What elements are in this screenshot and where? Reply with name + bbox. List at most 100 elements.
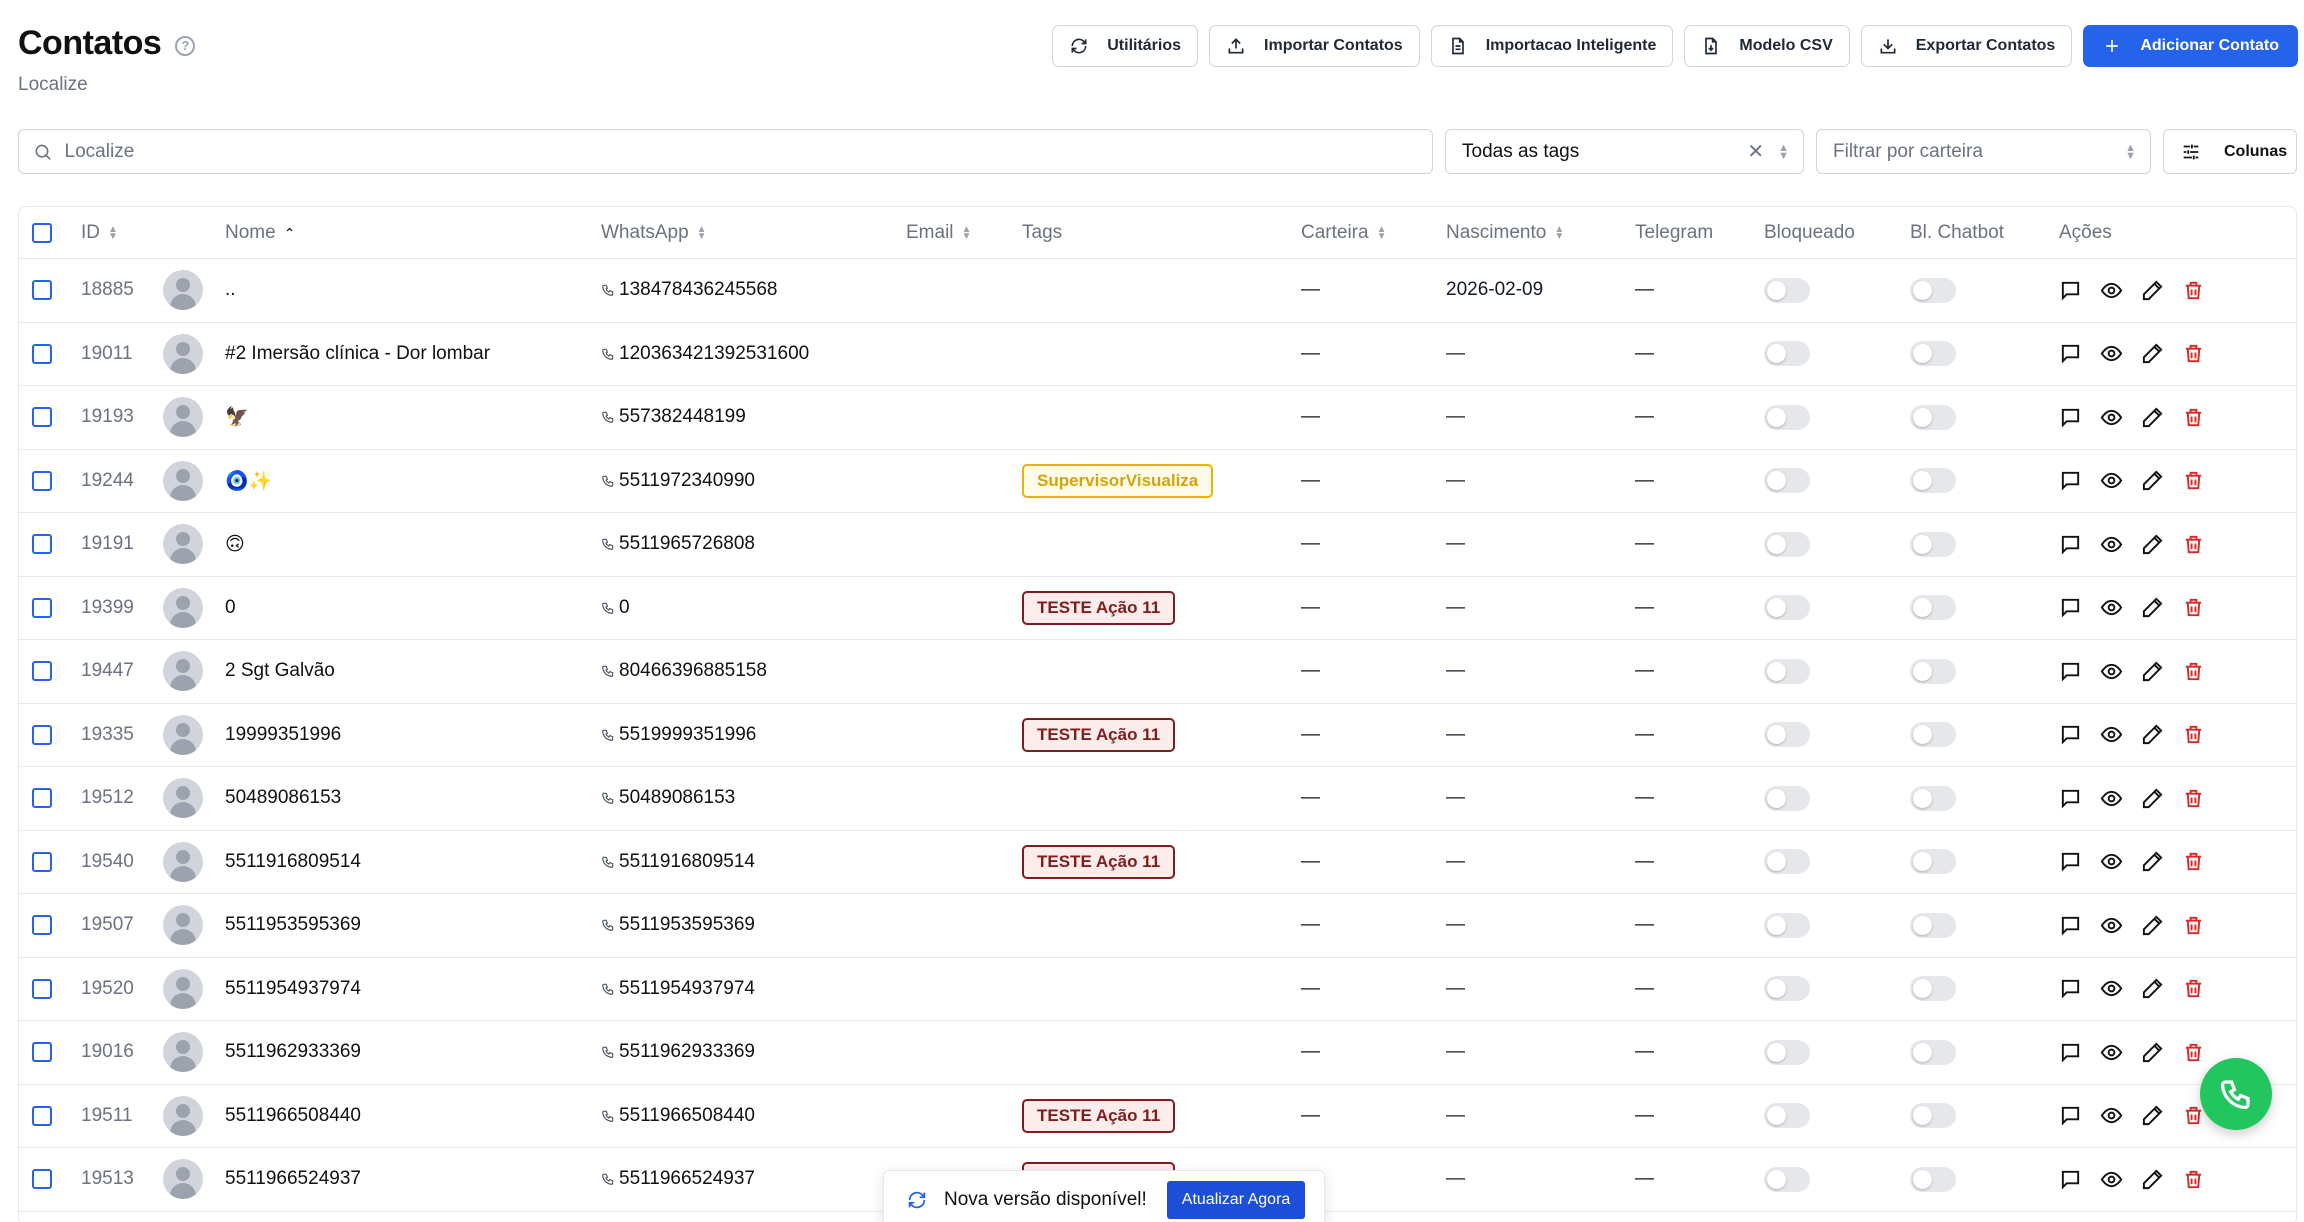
edit-icon-button[interactable] [2141,660,2164,683]
row-checkbox[interactable] [32,915,52,936]
chatbot-block-toggle[interactable] [1910,468,1956,494]
chatbot-block-toggle[interactable] [1910,722,1956,748]
row-checkbox[interactable] [32,280,52,301]
search-input[interactable] [64,140,1432,163]
chat-icon-button[interactable] [2059,850,2082,873]
chat-icon-button[interactable] [2059,279,2082,302]
delete-icon-button[interactable] [2182,850,2205,873]
chat-icon-button[interactable] [2059,1104,2082,1127]
blocked-toggle[interactable] [1764,912,1810,938]
view-icon-button[interactable] [2100,977,2123,1000]
blocked-toggle[interactable] [1764,595,1810,621]
row-checkbox[interactable] [32,851,52,872]
chatbot-block-toggle[interactable] [1910,1103,1956,1129]
chat-icon-button[interactable] [2059,914,2082,937]
view-icon-button[interactable] [2100,469,2123,492]
edit-icon-button[interactable] [2141,977,2164,1000]
chatbot-block-toggle[interactable] [1910,912,1956,938]
view-icon-button[interactable] [2100,787,2123,810]
chatbot-block-toggle[interactable] [1910,595,1956,621]
tag-badge[interactable]: SupervisorVisualiza [1022,463,1214,498]
add-contact-button[interactable]: Adicionar Contato [2083,25,2298,67]
export-contacts-button[interactable]: Exportar Contatos [1860,25,2073,67]
edit-icon-button[interactable] [2141,787,2164,810]
blocked-toggle[interactable] [1764,658,1810,684]
blocked-toggle[interactable] [1764,976,1810,1002]
chatbot-block-toggle[interactable] [1910,1039,1956,1065]
chat-icon-button[interactable] [2059,533,2082,556]
row-checkbox[interactable] [32,1105,52,1126]
delete-icon-button[interactable] [2182,914,2205,937]
chat-icon-button[interactable] [2059,977,2082,1000]
edit-icon-button[interactable] [2141,533,2164,556]
chatbot-block-toggle[interactable] [1910,531,1956,557]
row-checkbox[interactable] [32,534,52,555]
update-now-button[interactable]: Atualizar Agora [1166,1181,1306,1219]
chatbot-block-toggle[interactable] [1910,849,1956,875]
blocked-toggle[interactable] [1764,1039,1810,1065]
edit-icon-button[interactable] [2141,406,2164,429]
tag-badge[interactable]: TESTE Ação 11 [1022,590,1176,625]
view-icon-button[interactable] [2100,850,2123,873]
help-icon[interactable]: ? [175,35,196,56]
view-icon-button[interactable] [2100,596,2123,619]
row-checkbox[interactable] [32,724,52,745]
chatbot-block-toggle[interactable] [1910,976,1956,1002]
edit-icon-button[interactable] [2141,279,2164,302]
delete-icon-button[interactable] [2182,1168,2205,1191]
col-whatsapp[interactable]: WhatsApp ▲ ▼ [601,207,707,259]
chatbot-block-toggle[interactable] [1910,785,1956,811]
edit-icon-button[interactable] [2141,723,2164,746]
tags-select[interactable]: Todas as tags ✕ ▲ ▼ [1445,129,1804,174]
view-icon-button[interactable] [2100,406,2123,429]
row-checkbox[interactable] [32,597,52,618]
delete-icon-button[interactable] [2182,406,2205,429]
edit-icon-button[interactable] [2141,1168,2164,1191]
blocked-toggle[interactable] [1764,785,1810,811]
edit-icon-button[interactable] [2141,596,2164,619]
view-icon-button[interactable] [2100,279,2123,302]
blocked-toggle[interactable] [1764,531,1810,557]
smart-import-button[interactable]: Importacao Inteligente [1430,25,1674,67]
delete-icon-button[interactable] [2182,533,2205,556]
chat-icon-button[interactable] [2059,723,2082,746]
delete-icon-button[interactable] [2182,1041,2205,1064]
chatbot-block-toggle[interactable] [1910,658,1956,684]
delete-icon-button[interactable] [2182,660,2205,683]
wallet-select[interactable]: Filtrar por carteira ▲ ▼ [1816,129,2151,174]
view-icon-button[interactable] [2100,1041,2123,1064]
chatbot-block-toggle[interactable] [1910,277,1956,303]
blocked-toggle[interactable] [1764,849,1810,875]
view-icon-button[interactable] [2100,342,2123,365]
row-checkbox[interactable] [32,788,52,809]
csv-model-button[interactable]: Modelo CSV [1684,25,1850,67]
chatbot-block-toggle[interactable] [1910,341,1956,367]
edit-icon-button[interactable] [2141,342,2164,365]
blocked-toggle[interactable] [1764,404,1810,430]
delete-icon-button[interactable] [2182,469,2205,492]
row-checkbox[interactable] [32,343,52,364]
tag-badge[interactable]: TESTE Ação 11 [1022,844,1176,879]
col-email[interactable]: Email ▲ ▼ [906,207,971,259]
chat-icon-button[interactable] [2059,660,2082,683]
delete-icon-button[interactable] [2182,1104,2205,1127]
chat-icon-button[interactable] [2059,1041,2082,1064]
chat-icon-button[interactable] [2059,787,2082,810]
blocked-toggle[interactable] [1764,277,1810,303]
row-checkbox[interactable] [32,470,52,491]
edit-icon-button[interactable] [2141,1104,2164,1127]
tag-badge[interactable]: TESTE Ação 11 [1022,717,1176,752]
delete-icon-button[interactable] [2182,787,2205,810]
edit-icon-button[interactable] [2141,914,2164,937]
delete-icon-button[interactable] [2182,723,2205,746]
tag-badge[interactable]: TESTE Ação 11 [1022,1098,1176,1133]
view-icon-button[interactable] [2100,1168,2123,1191]
view-icon-button[interactable] [2100,660,2123,683]
col-name[interactable]: Nome ⌃ [225,207,295,259]
blocked-toggle[interactable] [1764,722,1810,748]
row-checkbox[interactable] [32,1042,52,1063]
col-birth[interactable]: Nascimento ▲ ▼ [1446,207,1564,259]
whatsapp-fab-button[interactable] [2200,1058,2272,1130]
select-all-checkbox[interactable] [32,223,52,243]
blocked-toggle[interactable] [1764,1166,1810,1192]
